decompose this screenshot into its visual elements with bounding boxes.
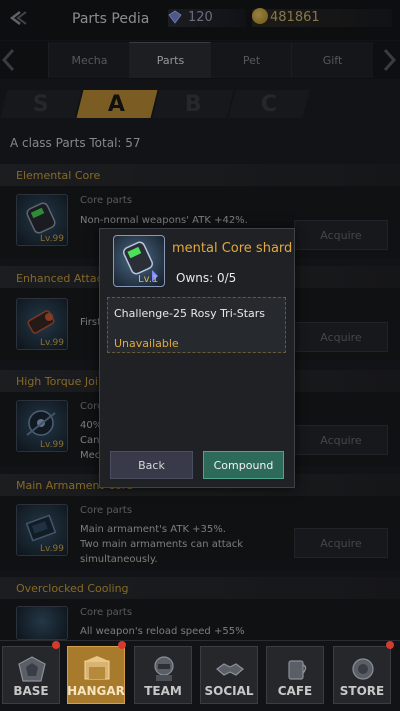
shard-level: Lv.1 [138, 274, 159, 285]
notification-dot [118, 641, 126, 649]
base-icon [18, 656, 46, 682]
nav-store[interactable]: STORE [333, 646, 391, 704]
source-title: Challenge-25 Rosy Tri-Stars [114, 307, 266, 320]
nav-label: HANGAR [67, 684, 125, 698]
hangar-icon [84, 656, 110, 680]
owns-count: Owns: 0/5 [176, 271, 237, 285]
nav-social[interactable]: SOCIAL [200, 646, 258, 704]
nav-label: SOCIAL [204, 684, 254, 698]
compound-button[interactable]: Compound [203, 451, 284, 479]
notification-dot [52, 641, 60, 649]
team-icon [154, 656, 174, 681]
cafe-icon [288, 660, 307, 680]
back-button[interactable]: Back [110, 451, 193, 479]
source-status: Unavailable [114, 337, 179, 350]
nav-label: TEAM [144, 684, 182, 698]
handshake-icon [216, 663, 244, 676]
nav-label: CAFE [277, 684, 313, 698]
nav-label: BASE [13, 684, 49, 698]
nav-cafe[interactable]: CAFE [266, 646, 324, 704]
shard-icon: Lv.1 [113, 235, 165, 287]
store-icon [352, 658, 374, 680]
shard-name: mental Core shard [172, 241, 293, 256]
nav-label: STORE [339, 684, 385, 698]
notification-dot [386, 641, 394, 649]
nav-hangar[interactable]: HANGAR [67, 646, 125, 704]
nav-team[interactable]: TEAM [134, 646, 192, 704]
nav-base[interactable]: BASE [2, 646, 60, 704]
